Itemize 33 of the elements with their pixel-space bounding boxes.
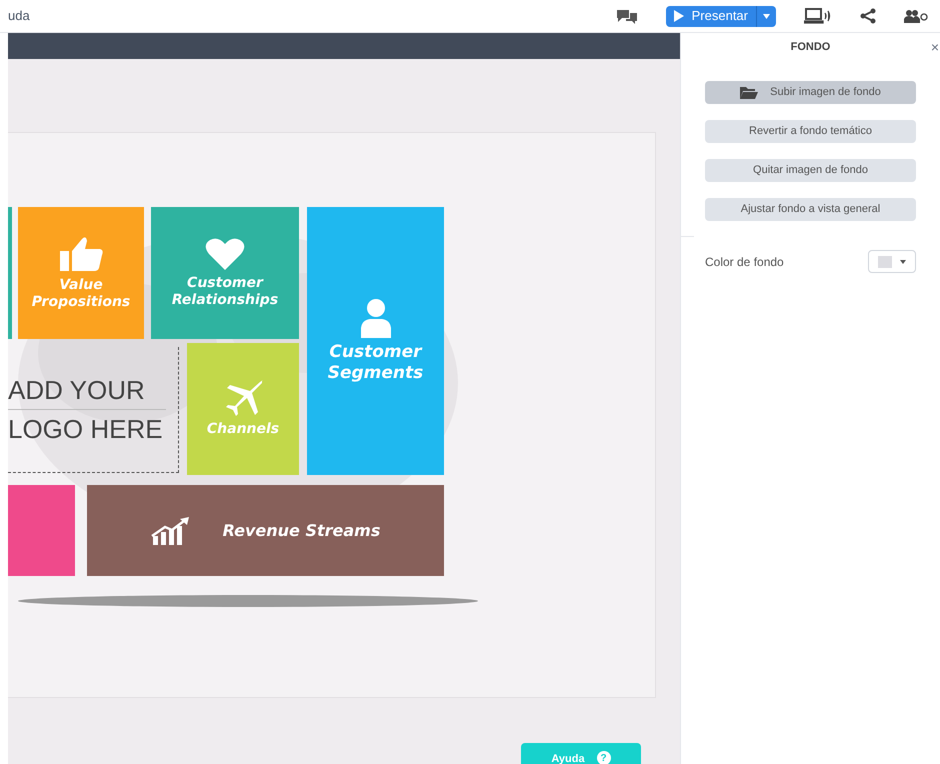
play-icon — [674, 10, 684, 22]
growth-chart-icon — [150, 516, 191, 546]
users-icon[interactable] — [904, 9, 928, 23]
caret-icon — [763, 14, 770, 18]
panel-button[interactable]: Subir imagen de fondo — [705, 81, 916, 104]
thumbs-up-icon — [58, 234, 104, 272]
tile-label: Propositions — [32, 294, 130, 312]
tile-label: Segments — [328, 363, 424, 384]
caret-icon — [900, 260, 906, 264]
tile-label: Channels — [206, 421, 280, 439]
color-label: Color de fondo — [705, 254, 784, 270]
logo-text: LOGO HERE — [8, 413, 164, 446]
tile-label: Relationships — [172, 292, 278, 310]
panel-button[interactable]: Quitar imagen de fondo — [705, 159, 916, 182]
logo-placeholder[interactable]: ADD YOUR LOGO HERE — [8, 347, 179, 473]
person-icon — [360, 298, 392, 338]
panel-button[interactable]: Revertir a fondo temático — [705, 120, 916, 143]
heart-icon — [205, 236, 245, 270]
laptop-broadcast-icon[interactable] — [804, 8, 832, 24]
close-button[interactable]: × — [930, 36, 939, 58]
folder-icon — [740, 86, 758, 99]
tile-label: Customer — [187, 274, 263, 292]
menu-label[interactable]: uda — [8, 6, 30, 26]
help-icon: ? — [596, 751, 611, 764]
panel-button[interactable]: Ajustar fondo a vista general — [705, 198, 916, 221]
logo-text: ADD YOUR — [8, 371, 166, 410]
share-icon[interactable] — [860, 8, 876, 24]
tile-label: Customer — [329, 342, 422, 363]
chat-icon[interactable] — [616, 7, 638, 25]
tile-label: Value — [59, 276, 103, 294]
panel-title: FONDO — [790, 40, 830, 55]
tile-label: Revenue Streams — [222, 520, 380, 540]
color-picker[interactable] — [868, 250, 916, 273]
